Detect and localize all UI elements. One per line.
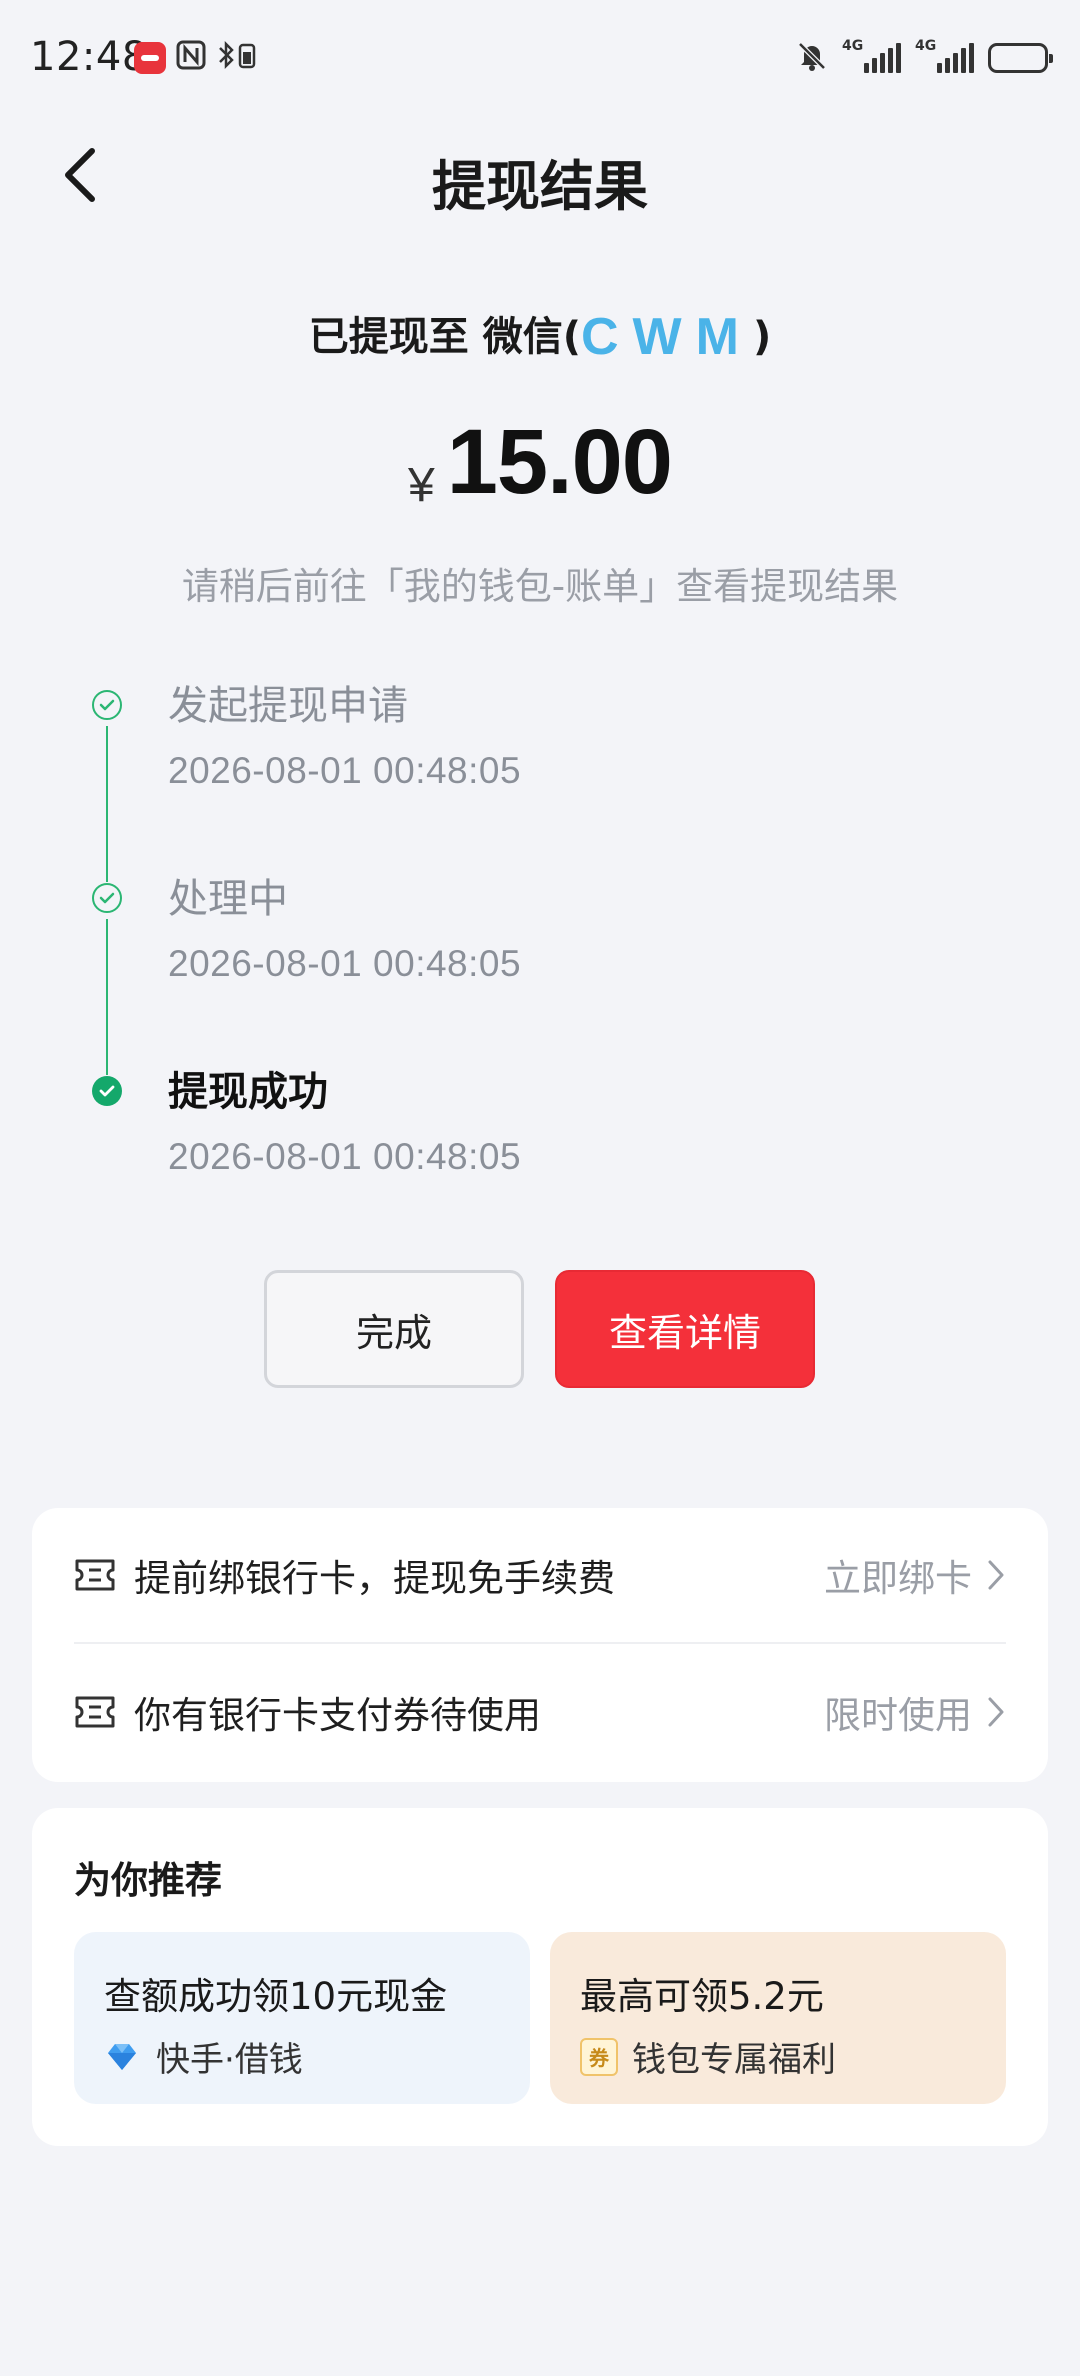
progress-timeline: 发起提现申请 2026-08-01 00:48:05 处理中 2026-08-0… xyxy=(90,680,990,1216)
promo-text: 你有银行卡支付券待使用 xyxy=(134,1694,541,1737)
tile-source-label: 快手·借钱 xyxy=(156,2040,303,2080)
mute-icon xyxy=(796,40,828,76)
status-bar: 12:48 4G 4G xyxy=(0,0,1080,118)
promo-action-label: 限时使用 xyxy=(824,1694,972,1737)
timeline-connector xyxy=(106,726,108,882)
ticket-icon xyxy=(75,1559,115,1591)
result-hint: 请稍后前往「我的钱包-账单」查看提现结果 xyxy=(181,565,899,608)
timeline-connector xyxy=(106,919,108,1075)
withdraw-amount: ¥15.00 xyxy=(0,410,1080,515)
currency-symbol: ¥ xyxy=(408,459,435,512)
timeline-step: 发起提现申请 2026-08-01 00:48:05 xyxy=(90,680,990,882)
promo-card: 提前绑银行卡，提现免手续费 立即绑卡 你有银行卡支付券待使用 限时使用 xyxy=(32,1508,1048,1782)
step-time: 2026-08-01 00:48:05 xyxy=(168,750,522,791)
tile-headline: 最高可领5.2元 xyxy=(580,1975,824,2018)
tile-source-label: 钱包专属福利 xyxy=(632,2040,836,2080)
diamond-icon xyxy=(108,2043,136,2070)
check-circle-filled-icon xyxy=(92,1076,122,1106)
status-left-icons xyxy=(134,40,260,75)
step-time: 2026-08-01 00:48:05 xyxy=(168,1136,522,1177)
amount-value: 15.00 xyxy=(446,411,673,513)
status-right-icons: 4G 4G xyxy=(796,39,1053,76)
bluetooth-battery-icon xyxy=(216,40,260,75)
recommend-title: 为你推荐 xyxy=(74,1859,222,1902)
tile-source: 券 钱包专属福利 xyxy=(580,2032,836,2081)
promo-action[interactable]: 立即绑卡 xyxy=(824,1548,1006,1602)
withdraw-destination: 已提现至 微信(CWM) xyxy=(0,304,1080,367)
recipient-nickname: CWM xyxy=(580,308,753,366)
tile-source: 快手·借钱 xyxy=(104,2032,303,2081)
battery-icon xyxy=(988,43,1053,73)
step-label: 处理中 xyxy=(168,876,288,922)
recommend-card: 为你推荐 查额成功领10元现金 快手·借钱 最高可领5.2元 券 钱包专属福利 xyxy=(32,1808,1048,2146)
destination-suffix: ) xyxy=(752,314,772,360)
promo-row-bind-card[interactable]: 提前绑银行卡，提现免手续费 立即绑卡 xyxy=(74,1508,1006,1644)
timeline-step: 提现成功 2026-08-01 00:48:05 xyxy=(90,1066,990,1216)
recommend-tile-wallet[interactable]: 最高可领5.2元 券 钱包专属福利 xyxy=(550,1932,1006,2104)
done-button[interactable]: 完成 xyxy=(264,1270,524,1388)
coupon-icon: 券 xyxy=(580,2037,618,2076)
step-time: 2026-08-01 00:48:05 xyxy=(168,943,522,984)
check-circle-icon xyxy=(92,690,122,720)
tile-headline: 查额成功领10元现金 xyxy=(104,1975,448,2018)
signal-2-icon: 4G xyxy=(915,39,974,73)
app-notification-icon xyxy=(134,41,166,74)
ticket-icon xyxy=(75,1696,115,1728)
destination-prefix: 已提现至 微信( xyxy=(308,314,581,360)
timeline-step: 处理中 2026-08-01 00:48:05 xyxy=(90,873,990,1075)
status-time: 12:48 xyxy=(30,34,148,80)
promo-row-coupon[interactable]: 你有银行卡支付券待使用 限时使用 xyxy=(74,1644,1006,1780)
page-title: 提现结果 xyxy=(432,155,648,218)
signal-1-icon: 4G xyxy=(842,39,901,73)
nfc-icon xyxy=(176,40,206,75)
recommend-tile-loan[interactable]: 查额成功领10元现金 快手·借钱 xyxy=(74,1932,530,2104)
step-label: 提现成功 xyxy=(168,1069,328,1115)
check-circle-icon xyxy=(92,883,122,913)
promo-action[interactable]: 限时使用 xyxy=(824,1685,1006,1739)
chevron-right-icon xyxy=(988,1697,1004,1727)
chevron-right-icon xyxy=(988,1560,1004,1590)
step-label: 发起提现申请 xyxy=(168,683,408,729)
promo-text: 提前绑银行卡，提现免手续费 xyxy=(134,1557,615,1600)
view-details-button[interactable]: 查看详情 xyxy=(555,1270,815,1388)
promo-action-label: 立即绑卡 xyxy=(824,1557,972,1600)
